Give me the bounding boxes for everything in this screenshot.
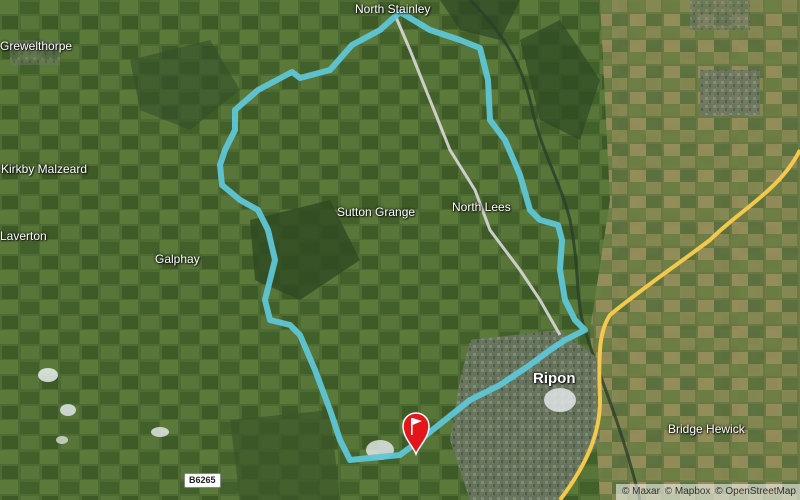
road-shield-b6265: B6265: [184, 473, 221, 488]
place-label-laverton: Laverton: [0, 229, 47, 243]
map-attribution[interactable]: © Maxar © Mapbox © OpenStreetMap: [616, 484, 800, 500]
place-label-sutton-grange: Sutton Grange: [337, 205, 416, 219]
attribution-maxar[interactable]: © Maxar: [622, 486, 660, 497]
place-label-ripon: Ripon: [533, 370, 576, 387]
place-label-bridge-hewick: Bridge Hewick: [668, 422, 745, 436]
attribution-mapbox[interactable]: © Mapbox: [665, 486, 711, 497]
place-label-north-stainley: North Stainley: [355, 2, 431, 16]
place-label-galphay: Galphay: [155, 252, 200, 266]
satellite-map[interactable]: North Stainley Grewelthorpe Kirkby Malze…: [0, 0, 800, 500]
attribution-openstreetmap[interactable]: © OpenStreetMap: [715, 486, 796, 497]
place-label-grewelthorpe: Grewelthorpe: [0, 39, 73, 53]
place-label-kirkby-malzeard: Kirkby Malzeard: [1, 162, 88, 176]
place-label-north-lees: North Lees: [452, 200, 511, 214]
